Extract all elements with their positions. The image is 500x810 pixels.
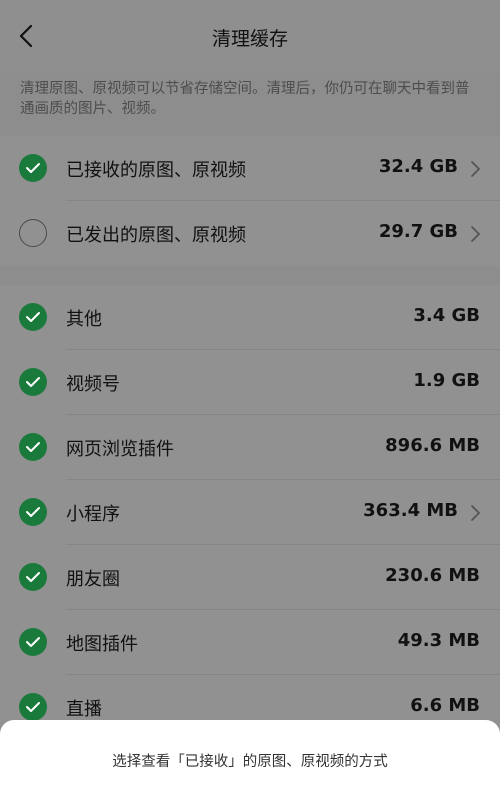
row-size: 49.3 MB <box>397 630 480 651</box>
row-label: 网页浏览插件 <box>66 439 174 460</box>
checkbox-checked[interactable] <box>19 303 47 331</box>
original-media-group: 已接收的原图、原视频 32.4 GB 已发出的原图、原视频 29.7 GB <box>0 136 500 266</box>
chevron-right-icon <box>471 161 480 177</box>
checkbox-checked[interactable] <box>19 154 47 182</box>
checkbox-checked[interactable] <box>19 433 47 461</box>
row-mini-programs[interactable]: 小程序 363.4 MB <box>0 480 500 545</box>
row-label: 朋友圈 <box>66 569 120 590</box>
checkmark-icon <box>26 442 40 452</box>
checkmark-icon <box>26 163 40 173</box>
row-size: 6.6 MB <box>410 695 480 716</box>
checkbox-checked[interactable] <box>19 368 47 396</box>
chevron-right-icon <box>471 505 480 521</box>
checkmark-icon <box>26 507 40 517</box>
chevron-right-icon <box>471 226 480 242</box>
checkmark-icon <box>26 312 40 322</box>
checkbox-checked[interactable] <box>19 563 47 591</box>
row-label: 地图插件 <box>66 634 138 655</box>
row-size: 29.7 GB <box>378 221 458 242</box>
page-title: 清理缓存 <box>211 28 288 50</box>
row-moments[interactable]: 朋友圈 230.6 MB <box>0 545 500 610</box>
row-label: 其他 <box>66 309 102 330</box>
checkmark-icon <box>26 377 40 387</box>
checkmark-icon <box>26 572 40 582</box>
row-label: 直播 <box>66 699 102 720</box>
row-sent-original[interactable]: 已发出的原图、原视频 29.7 GB <box>0 201 500 266</box>
checkbox-checked[interactable] <box>19 693 47 721</box>
row-size: 363.4 MB <box>363 500 458 521</box>
row-web-plugin[interactable]: 网页浏览插件 896.6 MB <box>0 415 500 480</box>
row-label: 已接收的原图、原视频 <box>66 160 246 181</box>
row-channels[interactable]: 视频号 1.9 GB <box>0 350 500 415</box>
checkmark-icon <box>26 637 40 647</box>
row-label: 视频号 <box>66 374 120 395</box>
row-size: 896.6 MB <box>385 435 480 456</box>
checkbox-checked[interactable] <box>19 628 47 656</box>
action-sheet: 选择查看「已接收」的原图、原视频的方式 <box>0 720 500 810</box>
row-size: 1.9 GB <box>413 370 480 391</box>
row-received-original[interactable]: 已接收的原图、原视频 32.4 GB <box>0 136 500 201</box>
navigation-bar: 清理缓存 <box>0 0 500 72</box>
row-label: 已发出的原图、原视频 <box>66 225 246 246</box>
row-label: 小程序 <box>66 504 120 525</box>
row-other[interactable]: 其他 3.4 GB <box>0 285 500 350</box>
checkbox-checked[interactable] <box>19 498 47 526</box>
other-cache-group: 其他 3.4 GB 视频号 1.9 GB 网页浏览插件 896.6 MB 小程序… <box>0 285 500 745</box>
row-map-plugin[interactable]: 地图插件 49.3 MB <box>0 610 500 675</box>
row-size: 3.4 GB <box>413 305 480 326</box>
checkbox-unchecked[interactable] <box>19 219 47 247</box>
description-text: 清理原图、原视频可以节省存储空间。清理后，你仍可在聊天中看到普通画质的图片、视频… <box>20 81 470 117</box>
action-sheet-title: 选择查看「已接收」的原图、原视频的方式 <box>112 754 388 770</box>
row-size: 32.4 GB <box>378 156 458 177</box>
row-size: 230.6 MB <box>385 565 480 586</box>
checkmark-icon <box>26 702 40 712</box>
